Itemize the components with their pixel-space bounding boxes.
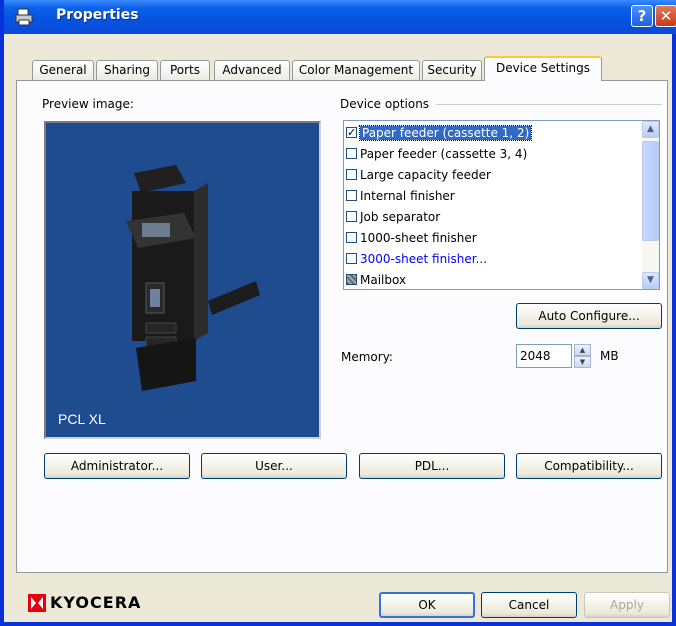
- apply-button[interactable]: Apply: [584, 592, 670, 618]
- scroll-down-icon[interactable]: ▼: [642, 272, 659, 289]
- administrator-button[interactable]: Administrator...: [44, 453, 190, 479]
- compatibility-button[interactable]: Compatibility...: [516, 453, 662, 479]
- preview-image: PCL XL: [44, 121, 321, 439]
- pdl-overlay-label: PCL XL: [58, 411, 106, 427]
- printer-icon: [15, 8, 33, 26]
- printer-illustration: [126, 165, 260, 391]
- kyocera-logo: KYOCERA: [28, 592, 178, 616]
- brand-name: KYOCERA: [50, 593, 142, 612]
- tab-ports[interactable]: Ports: [160, 60, 210, 80]
- list-item[interactable]: Internal finisher: [346, 186, 455, 206]
- list-item[interactable]: Mailbox: [346, 270, 406, 289]
- memory-label: Memory:: [341, 350, 393, 364]
- list-item[interactable]: Large capacity feeder: [346, 165, 491, 185]
- close-button[interactable]: ✕: [655, 5, 676, 27]
- device-options-list[interactable]: Paper feeder (cassette 1, 2) Paper feede…: [343, 120, 660, 290]
- group-divider: [436, 104, 662, 105]
- title-bar[interactable]: Properties ? ✕: [4, 0, 676, 34]
- checkbox[interactable]: [346, 169, 357, 180]
- help-button[interactable]: ?: [631, 5, 653, 27]
- tab-device-settings[interactable]: Device Settings: [484, 56, 602, 81]
- pdl-button[interactable]: PDL...: [359, 453, 505, 479]
- list-scrollbar[interactable]: ▲ ▼: [642, 121, 659, 289]
- tab-security[interactable]: Security: [422, 60, 482, 80]
- checkbox[interactable]: [346, 211, 357, 222]
- scroll-thumb[interactable]: [642, 141, 659, 241]
- tab-advanced[interactable]: Advanced: [214, 60, 290, 80]
- memory-stepper[interactable]: ▲ ▼: [574, 344, 591, 368]
- preview-label: Preview image:: [42, 97, 134, 111]
- ok-button[interactable]: OK: [379, 592, 475, 618]
- list-item[interactable]: 1000-sheet finisher: [346, 228, 477, 248]
- spin-up-icon[interactable]: ▲: [574, 344, 591, 356]
- device-options-label: Device options: [340, 97, 432, 111]
- tab-general[interactable]: General: [32, 60, 94, 80]
- auto-configure-button[interactable]: Auto Configure...: [516, 303, 662, 329]
- checkbox[interactable]: [346, 253, 357, 264]
- tab-color-management[interactable]: Color Management: [292, 60, 420, 80]
- user-button[interactable]: User...: [201, 453, 347, 479]
- cancel-button[interactable]: Cancel: [481, 592, 577, 618]
- memory-input[interactable]: 2048: [516, 344, 572, 368]
- checkbox[interactable]: [346, 148, 357, 159]
- checkbox[interactable]: [346, 232, 357, 243]
- list-item[interactable]: 3000-sheet finisher...: [346, 249, 487, 269]
- checkbox[interactable]: [346, 123, 357, 143]
- tab-sharing[interactable]: Sharing: [96, 60, 158, 80]
- window-title: Properties: [56, 7, 139, 23]
- list-item[interactable]: Job separator: [346, 207, 440, 227]
- kyocera-mark-icon: [28, 594, 46, 612]
- list-item[interactable]: Paper feeder (cassette 3, 4): [346, 144, 527, 164]
- properties-window: Properties ? ✕ General Sharing Ports Adv…: [0, 0, 676, 626]
- scroll-up-icon[interactable]: ▲: [642, 121, 659, 138]
- spin-down-icon[interactable]: ▼: [574, 356, 591, 368]
- memory-unit: MB: [600, 349, 619, 363]
- checkbox[interactable]: [346, 274, 357, 285]
- list-item[interactable]: Paper feeder (cassette 1, 2): [346, 123, 533, 143]
- checkbox[interactable]: [346, 190, 357, 201]
